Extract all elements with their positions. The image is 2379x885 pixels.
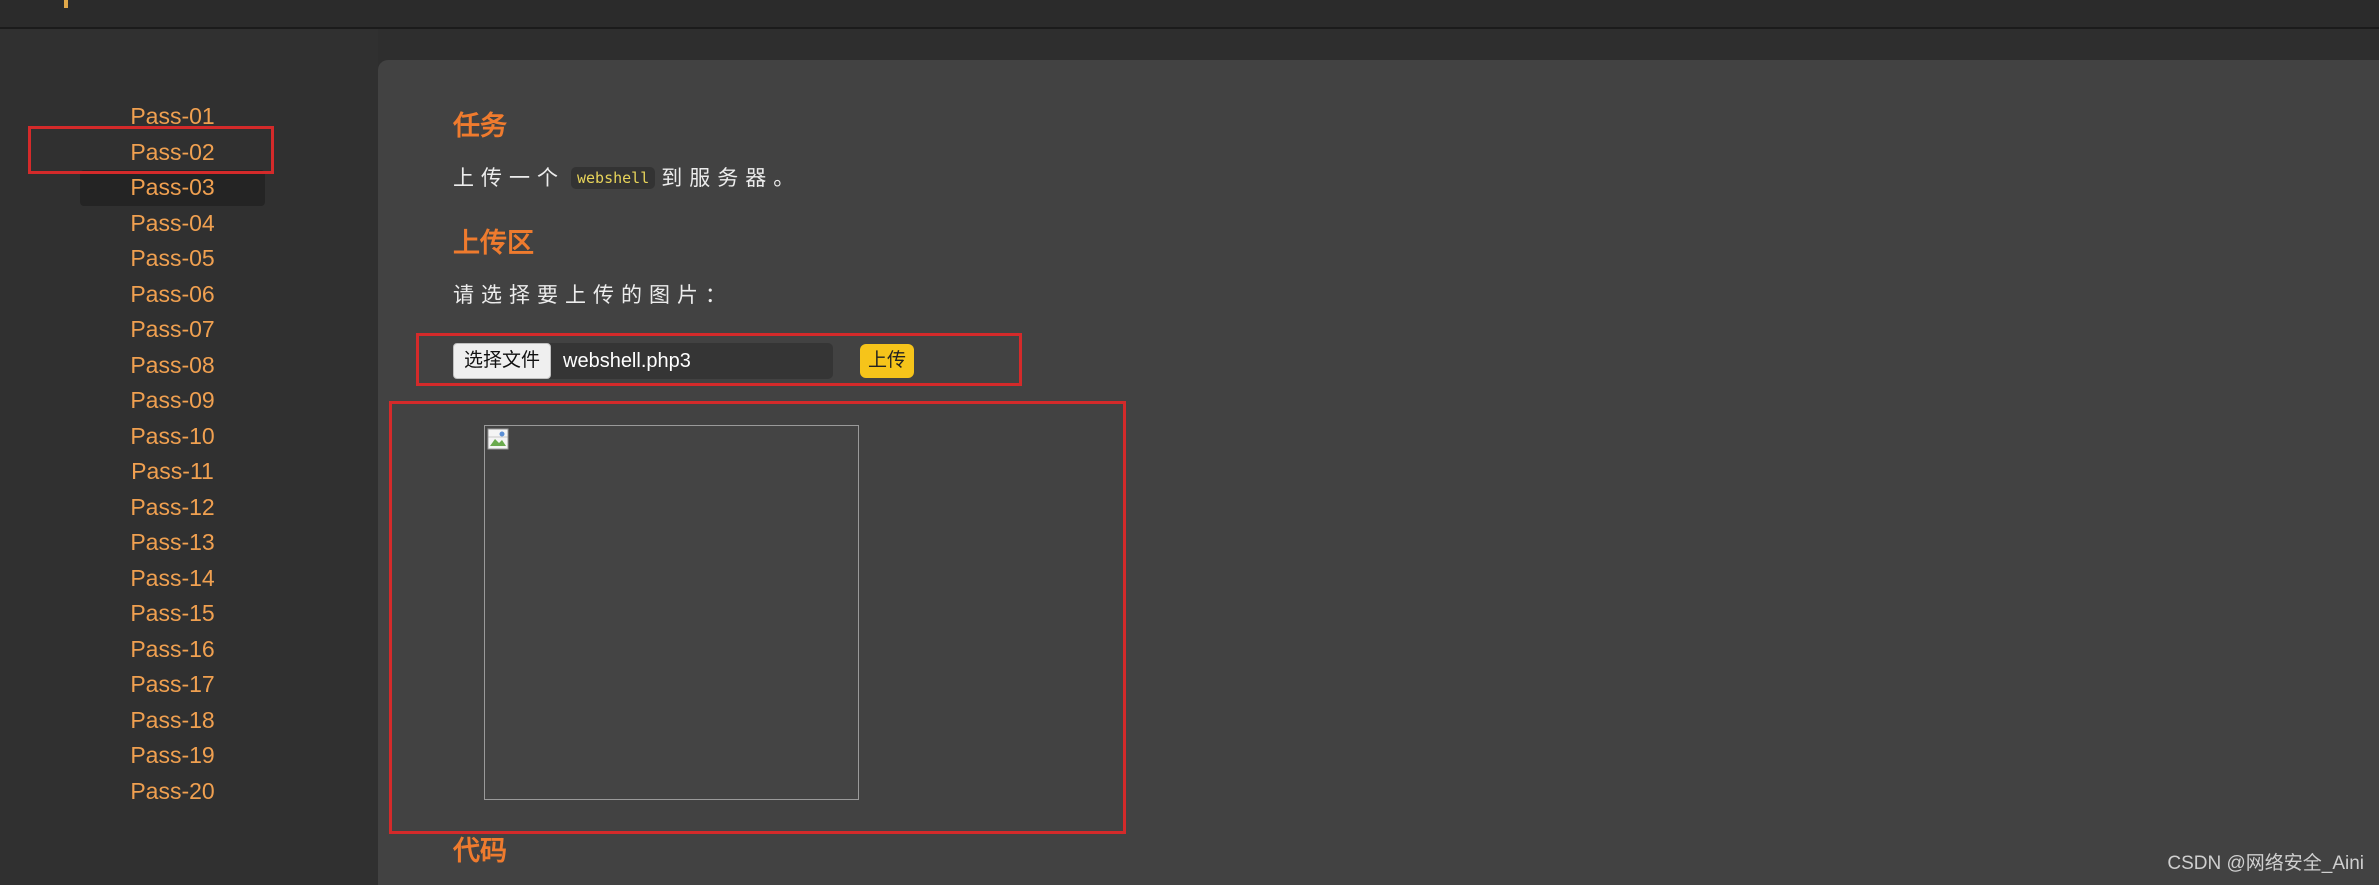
task-code: webshell — [571, 167, 656, 189]
sidebar-item-pass-14[interactable]: Pass-14 — [80, 561, 265, 597]
top-bar-accent — [64, 0, 68, 8]
pass-list: Pass-01 Pass-02 Pass-03 Pass-04 Pass-05 … — [80, 99, 265, 809]
sidebar-item-pass-02[interactable]: Pass-02 — [80, 135, 265, 171]
upload-prompt: 请选择要上传的图片： — [453, 284, 733, 307]
sidebar-item-pass-18[interactable]: Pass-18 — [80, 703, 265, 739]
sidebar-item-pass-17[interactable]: Pass-17 — [80, 667, 265, 703]
sidebar-item-pass-11[interactable]: Pass-11 — [80, 454, 265, 490]
sidebar-item-pass-05[interactable]: Pass-05 — [80, 241, 265, 277]
upload-button[interactable]: 上传 — [860, 344, 915, 378]
sidebar-item-pass-20[interactable]: Pass-20 — [80, 774, 265, 810]
task-description: 上传一个 webshell 到服务器。 — [453, 162, 801, 192]
code-heading: 代码 — [453, 836, 507, 866]
upload-heading: 上传区 — [453, 228, 534, 258]
sidebar-item-pass-04[interactable]: Pass-04 — [80, 206, 265, 242]
sidebar-item-pass-07[interactable]: Pass-07 — [80, 312, 265, 348]
sidebar-item-pass-03[interactable]: Pass-03 — [80, 170, 265, 206]
sidebar-item-pass-06[interactable]: Pass-06 — [80, 277, 265, 313]
sidebar-item-pass-09[interactable]: Pass-09 — [80, 383, 265, 419]
top-bar — [0, 0, 2379, 29]
sidebar-item-pass-15[interactable]: Pass-15 — [80, 596, 265, 632]
main-panel: 任务 上传一个 webshell 到服务器。 上传区 请选择要上传的图片： 选择文件… — [378, 60, 2379, 885]
sidebar-item-pass-08[interactable]: Pass-08 — [80, 348, 265, 384]
broken-image-icon — [487, 428, 509, 450]
task-text-after: 到服务器。 — [661, 167, 802, 190]
uploaded-image-preview — [484, 425, 859, 800]
task-text-before: 上传一个 — [453, 167, 565, 190]
sidebar-item-pass-19[interactable]: Pass-19 — [80, 738, 265, 774]
task-heading: 任务 — [453, 111, 507, 141]
sidebar-item-pass-10[interactable]: Pass-10 — [80, 419, 265, 455]
selected-file-name: webshell.php3 — [563, 350, 691, 372]
watermark: CSDN @网络安全_Aini — [2167, 853, 2364, 874]
sidebar-item-pass-16[interactable]: Pass-16 — [80, 632, 265, 668]
sidebar-item-pass-12[interactable]: Pass-12 — [80, 490, 265, 526]
file-input[interactable]: 选择文件 webshell.php3 — [453, 343, 833, 379]
choose-file-button[interactable]: 选择文件 — [453, 343, 552, 379]
sidebar: Pass-01 Pass-02 Pass-03 Pass-04 Pass-05 … — [0, 29, 378, 885]
sidebar-item-pass-13[interactable]: Pass-13 — [80, 525, 265, 561]
sidebar-item-pass-01[interactable]: Pass-01 — [80, 99, 265, 135]
